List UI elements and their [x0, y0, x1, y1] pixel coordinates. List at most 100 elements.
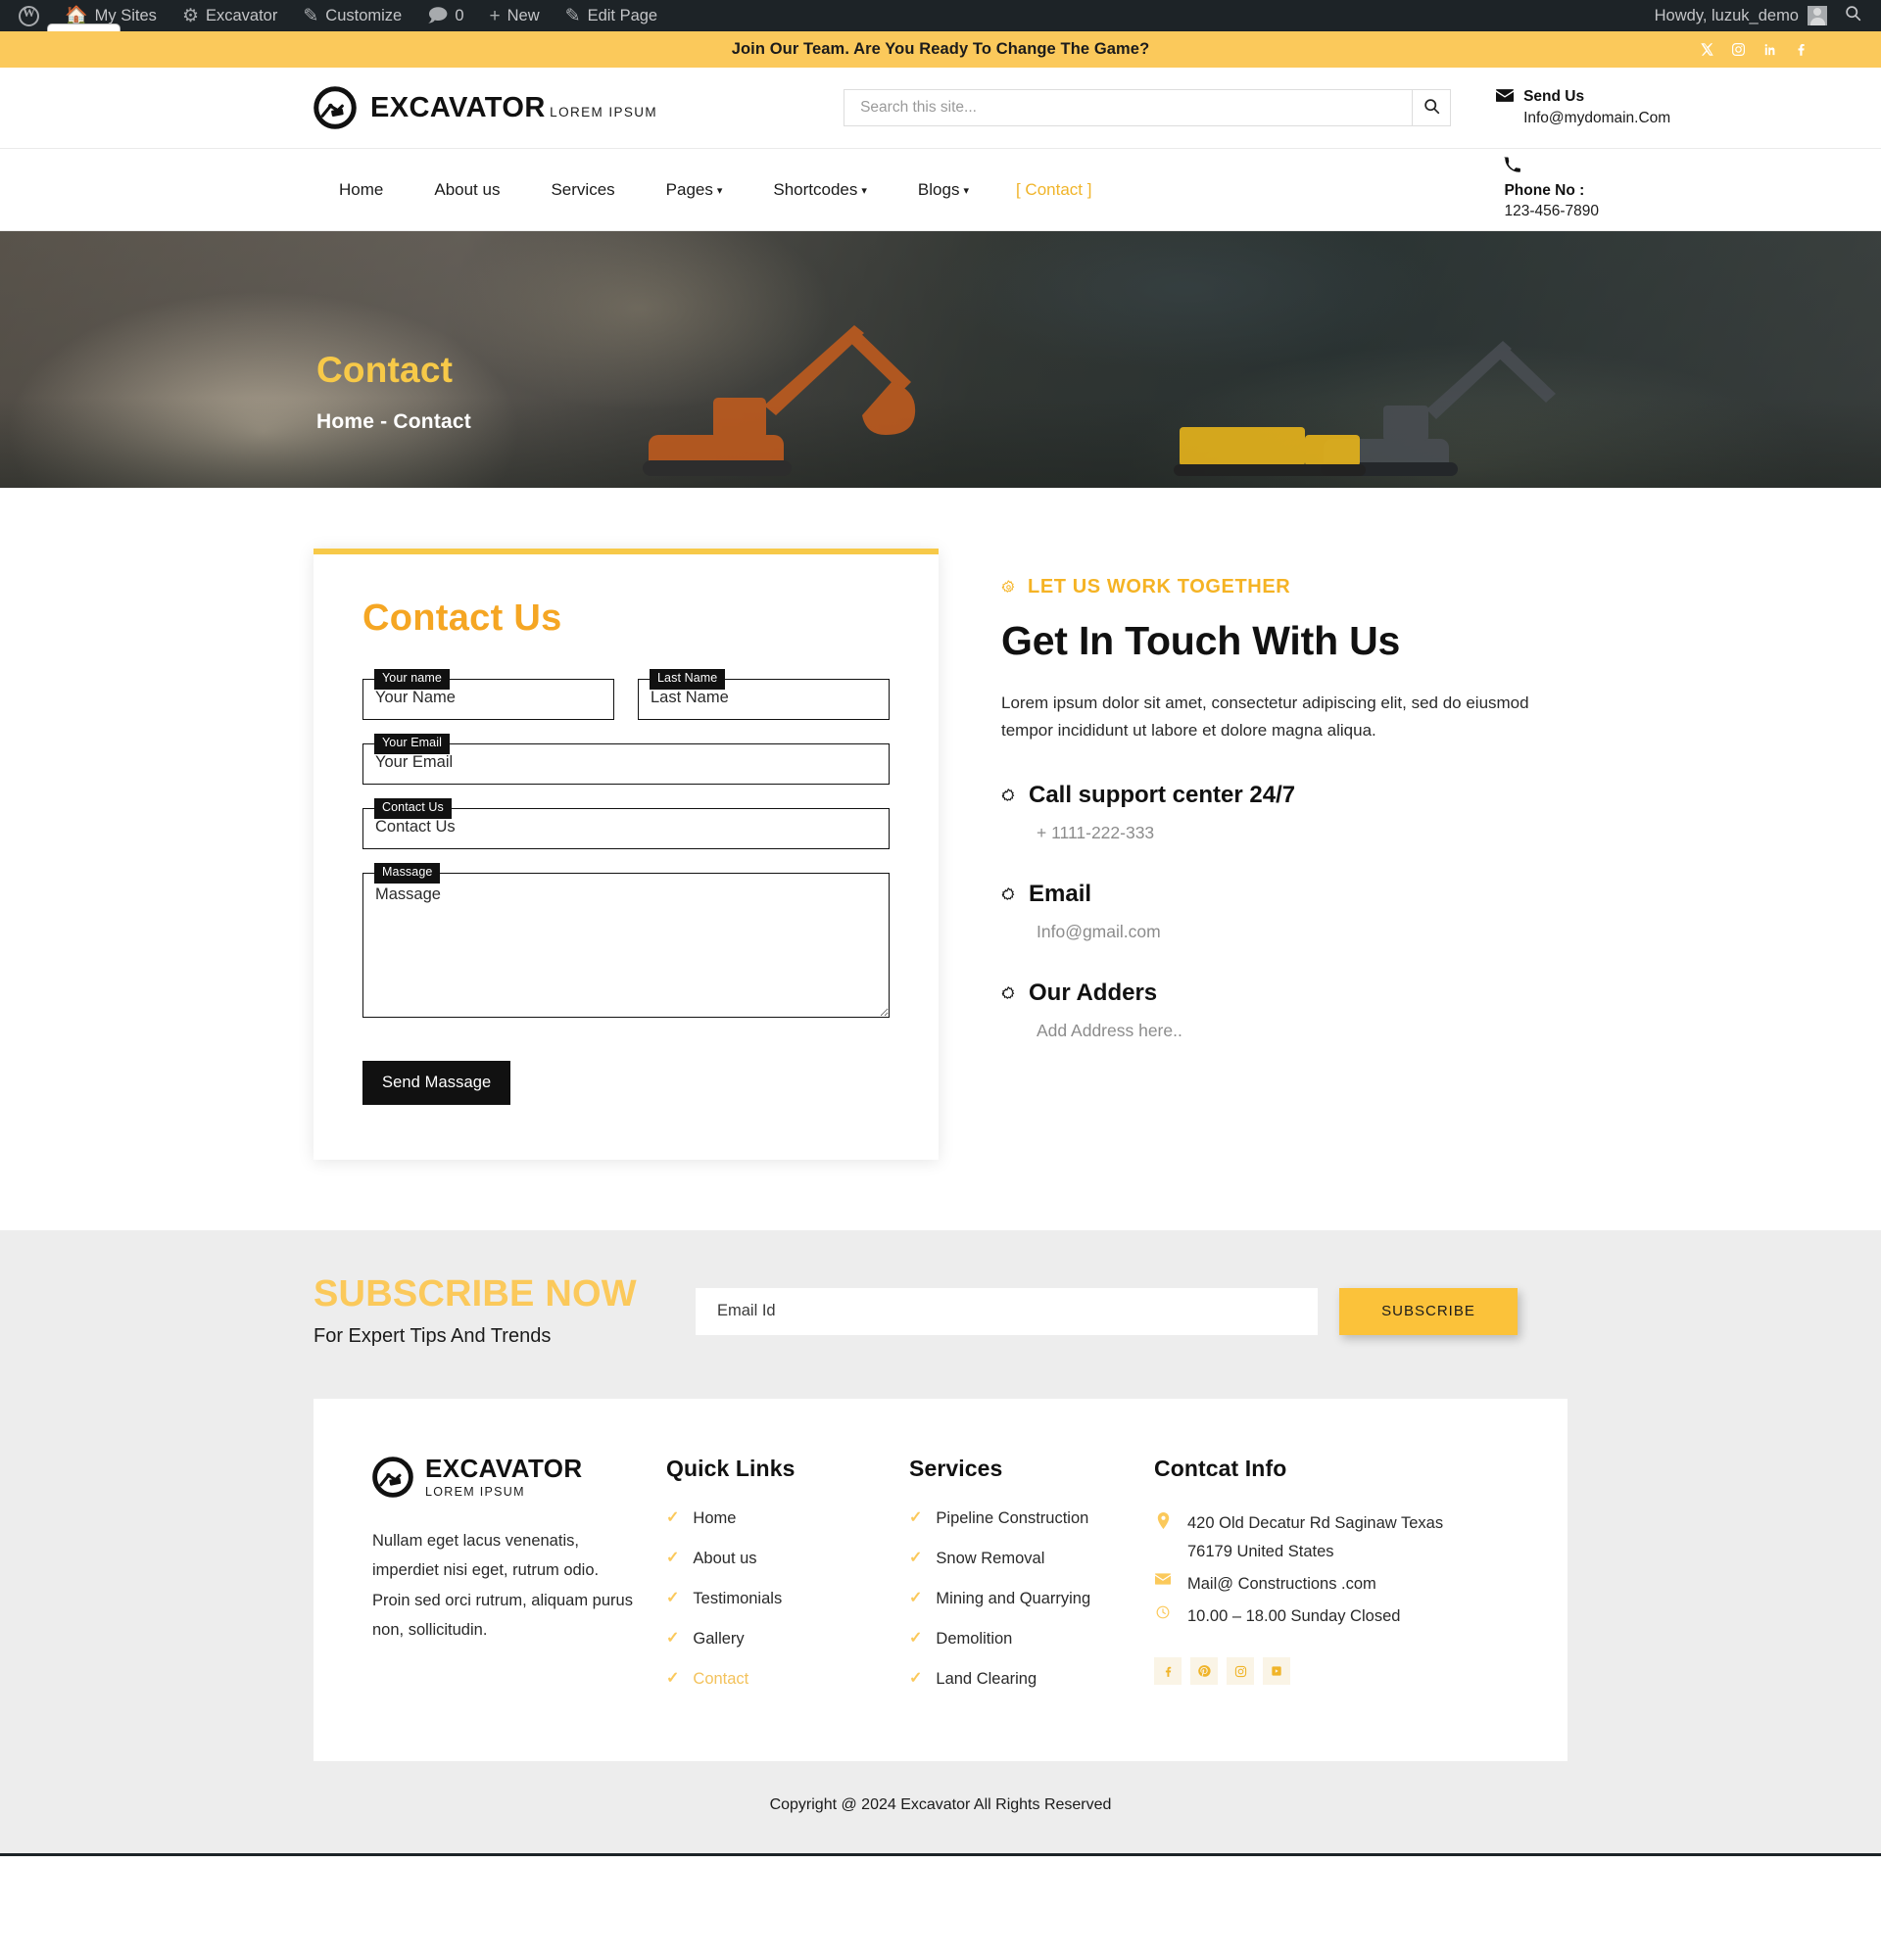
phone-label: Phone No :: [1504, 182, 1585, 200]
subscribe-email-input[interactable]: [696, 1287, 1318, 1335]
announcement-text: Join Our Team. Are You Ready To Change T…: [731, 40, 1150, 58]
footer-link-home[interactable]: ✓ Home: [666, 1509, 909, 1528]
send-us-email: Info@mydomain.Com: [1523, 109, 1671, 126]
admin-bar-item-customize[interactable]: ✎ Customize: [290, 0, 414, 31]
section-description: Lorem ipsum dolor sit amet, consectetur …: [1001, 693, 1529, 741]
site-tagline: LOREM IPSUM: [550, 104, 658, 120]
subscribe-subtitle: For Expert Tips And Trends: [314, 1324, 552, 1347]
contact-form-card: Contact Us Your name Last Name Your Emai…: [314, 549, 939, 1160]
address-title: Our Adders: [1029, 980, 1158, 1007]
admin-bar-item-new[interactable]: + New: [477, 0, 553, 31]
footer-service-demolition[interactable]: ✓ Demolition: [909, 1630, 1154, 1649]
admin-bar-label: Edit Page: [587, 6, 658, 24]
primary-navigation: Home About us Services Pages ▾ Shortcode…: [0, 149, 1881, 231]
search-input[interactable]: [844, 89, 1413, 126]
excavator-logo-icon: [314, 86, 357, 129]
gear-icon: [1001, 985, 1015, 999]
site-brand-text: EXCAVATOR LOREM IPSUM: [370, 93, 658, 122]
info-block-title-row: Call support center 24/7: [1001, 782, 1568, 809]
footer-logo[interactable]: EXCAVATOR LOREM IPSUM: [372, 1456, 637, 1499]
nav-item-shortcodes[interactable]: Shortcodes ▾: [748, 180, 892, 200]
pencil-icon: ✎: [564, 5, 581, 26]
header-email-text: Send Us Info@mydomain.Com: [1523, 87, 1670, 128]
avatar: [1808, 6, 1827, 25]
subscribe-section: SUBSCRIBE NOW For Expert Tips And Trends…: [0, 1230, 1881, 1399]
your-email-field-group: Your Email: [362, 734, 890, 785]
footer-columns: EXCAVATOR LOREM IPSUM Nullam eget lacus …: [314, 1398, 1568, 1761]
gear-icon: [1001, 580, 1015, 593]
footer-link-about-us[interactable]: ✓ About us: [666, 1550, 909, 1568]
footer-link-contact[interactable]: ✓ Contact: [666, 1670, 909, 1689]
admin-bar-account-menu[interactable]: Howdy, luzuk_demo: [1647, 6, 1835, 25]
footer-service-mining-and-quarrying[interactable]: ✓ Mining and Quarrying: [909, 1590, 1154, 1608]
nav-item-pages[interactable]: Pages ▾: [641, 180, 748, 200]
footer-link-label: Contact: [693, 1669, 749, 1688]
facebook-icon[interactable]: [1794, 42, 1809, 57]
nav-item-blogs[interactable]: Blogs ▾: [892, 180, 994, 200]
site-logo-link[interactable]: EXCAVATOR LOREM IPSUM: [314, 86, 657, 129]
x-icon[interactable]: [1700, 42, 1714, 57]
admin-bar-label: New: [506, 6, 540, 24]
copyright-text: Copyright @ 2024 Excavator All Rights Re…: [0, 1760, 1881, 1853]
instagram-icon[interactable]: [1227, 1657, 1254, 1686]
nav-item-services[interactable]: Services: [525, 180, 640, 200]
footer-link-gallery[interactable]: ✓ Gallery: [666, 1630, 909, 1649]
bottom-rule: [0, 1852, 1881, 1856]
site-header: EXCAVATOR LOREM IPSUM Send Us Info@mydom…: [0, 68, 1881, 149]
gear-icon: [1001, 788, 1015, 801]
header-social-links: [1700, 42, 1854, 57]
nav-menu: Home About us Services Pages ▾ Shortcode…: [314, 180, 1117, 200]
footer: EXCAVATOR LOREM IPSUM Nullam eget lacus …: [0, 1398, 1881, 1853]
admin-bar-label: My Sites: [94, 6, 157, 24]
nav-label: Home: [339, 179, 384, 199]
footer-hours-row: 10.00 – 18.00 Sunday Closed: [1154, 1602, 1448, 1631]
nav-label: [ Contact ]: [1015, 179, 1092, 199]
nav-item-contact[interactable]: [ Contact ]: [994, 180, 1117, 200]
brush-icon: ✎: [303, 5, 319, 26]
phone-icon: [1504, 157, 1599, 177]
wordpress-logo-button[interactable]: [6, 0, 52, 31]
footer-service-label: Demolition: [936, 1629, 1013, 1648]
admin-bar-item-excavator[interactable]: ⚙ Excavator: [169, 0, 290, 31]
nav-item-about-us[interactable]: About us: [409, 180, 525, 200]
header-email-block: Send Us Info@mydomain.Com: [1496, 87, 1670, 128]
wordpress-logo-icon: [19, 5, 39, 26]
footer-link-label: About us: [693, 1549, 757, 1567]
footer-contact-info-column: Contcat Info 420 Old Decatur Rd Saginaw …: [1154, 1456, 1448, 1710]
facebook-icon[interactable]: [1154, 1657, 1182, 1686]
footer-email-row: Mail@ Constructions .com: [1154, 1570, 1448, 1599]
check-icon: ✓: [909, 1670, 923, 1688]
email-title: Email: [1029, 881, 1092, 908]
footer-service-label: Pipeline Construction: [936, 1508, 1089, 1527]
footer-service-land-clearing[interactable]: ✓ Land Clearing: [909, 1670, 1154, 1689]
eyebrow-text: LET US WORK TOGETHER: [1028, 576, 1291, 598]
gear-icon: [1001, 886, 1015, 900]
admin-bar-item-edit-page[interactable]: ✎ Edit Page: [553, 0, 670, 31]
pinterest-icon[interactable]: [1190, 1657, 1218, 1686]
youtube-icon[interactable]: [1263, 1657, 1290, 1686]
admin-bar-comment-count: 0: [455, 6, 464, 24]
subscribe-button[interactable]: SUBSCRIBE: [1339, 1287, 1518, 1335]
contact-wrapper: Contact Us Your name Last Name Your Emai…: [314, 549, 1568, 1160]
page-hero-banner: Contact Home - Contact: [0, 231, 1881, 488]
check-icon: ✓: [909, 1509, 923, 1527]
linkedin-icon[interactable]: [1762, 42, 1777, 57]
chevron-down-icon: ▾: [963, 185, 969, 197]
massage-textarea[interactable]: [362, 873, 890, 1018]
search-button[interactable]: [1412, 89, 1452, 126]
subject-field-row: Contact Us: [362, 798, 890, 849]
footer-service-pipeline-construction[interactable]: ✓ Pipeline Construction: [909, 1509, 1154, 1528]
check-icon: ✓: [666, 1509, 680, 1527]
footer-service-snow-removal[interactable]: ✓ Snow Removal: [909, 1550, 1154, 1568]
address-value: Add Address here..: [1037, 1021, 1182, 1041]
nav-item-home[interactable]: Home: [314, 180, 409, 200]
footer-link-testimonials[interactable]: ✓ Testimonials: [666, 1590, 909, 1608]
contact-form-title: Contact Us: [362, 598, 562, 639]
nav-label: Blogs: [917, 179, 960, 199]
admin-bar-item-comments[interactable]: 🗩 0: [414, 0, 476, 31]
hero-content: Contact Home - Contact: [0, 231, 1881, 434]
admin-bar-search-button[interactable]: [1835, 5, 1871, 27]
info-block-support: Call support center 24/7 + 1111-222-333: [1001, 782, 1568, 843]
instagram-icon[interactable]: [1731, 42, 1746, 57]
send-massage-button[interactable]: Send Massage: [362, 1061, 511, 1105]
